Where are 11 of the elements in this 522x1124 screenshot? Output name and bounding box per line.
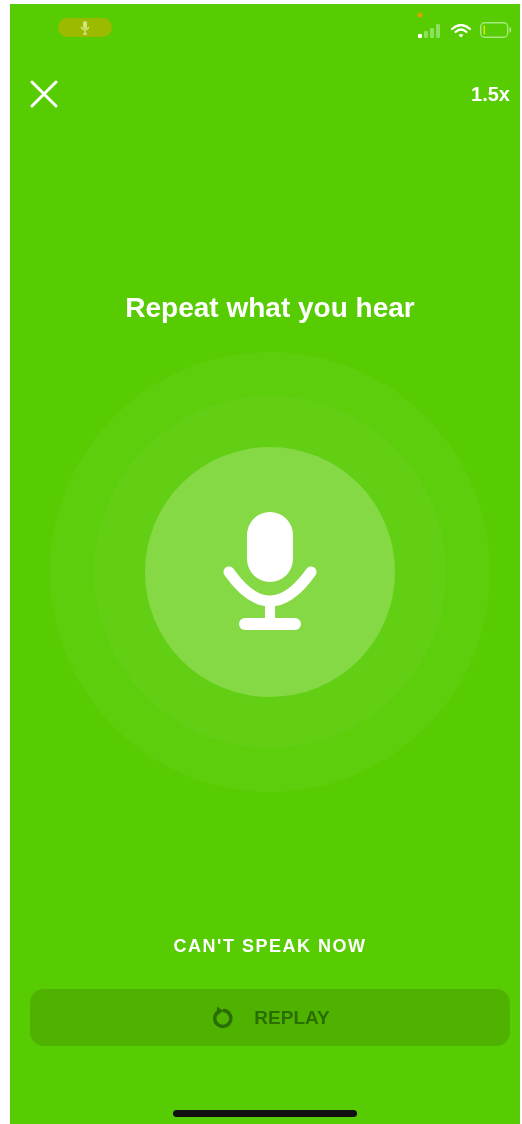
microphone-icon (223, 512, 317, 632)
prompt-title: Repeat what you hear (124, 292, 416, 324)
battery-icon (480, 22, 512, 38)
wifi-icon (451, 24, 471, 38)
replay-icon (210, 1005, 235, 1030)
close-button[interactable] (30, 80, 58, 108)
speed-button[interactable]: 1.5x (471, 82, 510, 106)
cant-speak-now-button[interactable]: CAN'T SPEAK NOW (173, 936, 367, 957)
signal-icon (418, 24, 442, 38)
privacy-dot-icon (417, 12, 423, 18)
microphone-icon (80, 20, 90, 35)
